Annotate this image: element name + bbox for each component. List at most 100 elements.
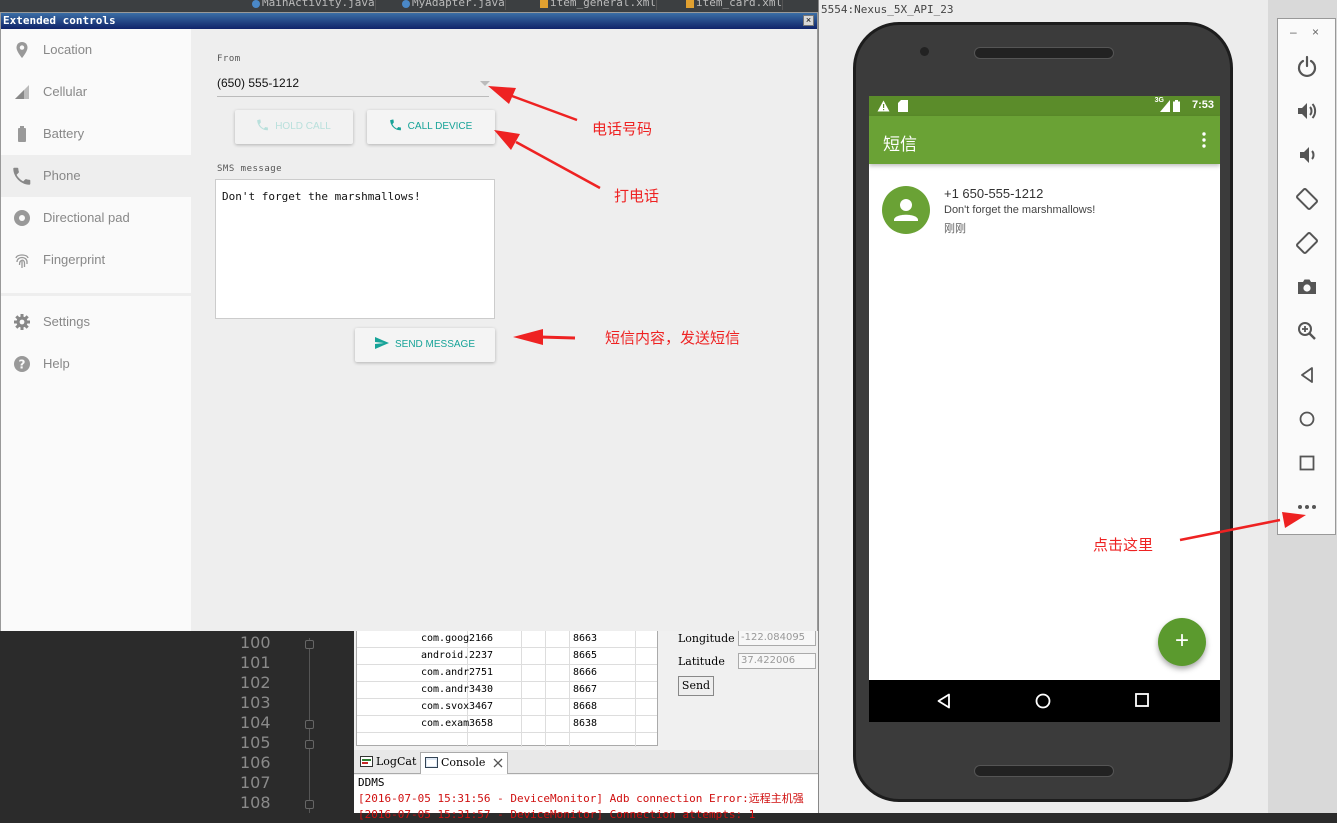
editor-tab-item-general[interactable]: item_general.xml xyxy=(538,0,657,10)
send-icon xyxy=(374,337,389,350)
call-device-button[interactable]: CALL DEVICE xyxy=(367,110,495,144)
fold-toggle[interactable] xyxy=(305,720,314,729)
line-number: 102 xyxy=(240,673,271,692)
line-number: 100 xyxy=(240,633,271,652)
avatar xyxy=(882,186,930,234)
sms-message-label: SMS message xyxy=(217,164,283,174)
toolbar-close-button[interactable]: × xyxy=(1312,25,1319,39)
latitude-field[interactable]: 37.422006 xyxy=(738,653,816,669)
camera-icon[interactable] xyxy=(1295,275,1319,299)
message-sender: +1 650-555-1212 xyxy=(944,186,1044,201)
recents-icon[interactable] xyxy=(1135,693,1149,707)
fold-toggle[interactable] xyxy=(305,740,314,749)
console-tab-bar: LogCat Console xyxy=(354,750,820,774)
emulator-side-toolbar: – × xyxy=(1277,18,1336,535)
line-number: 107 xyxy=(240,773,271,792)
zoom-icon[interactable] xyxy=(1295,319,1319,343)
phone-hold-icon xyxy=(257,119,269,131)
table-row[interactable]: android. 2237 8665 xyxy=(357,648,657,665)
fold-toggle[interactable] xyxy=(305,800,314,809)
editor-tab-bar: MainActivity.java MyAdapter.java item_ge… xyxy=(0,0,820,12)
signal-icon xyxy=(15,85,29,99)
sms-message-textarea[interactable]: Don't forget the marshmallows! xyxy=(215,179,495,319)
annotation-click-here: 点击这里 xyxy=(1093,536,1154,554)
window-titlebar[interactable]: Extended controls × xyxy=(1,13,817,29)
table-row[interactable]: com.goog 2166 8663 xyxy=(357,631,657,648)
message-preview: Don't forget the marshmallows! xyxy=(944,204,1096,216)
console-line: [2016-07-05 15:31:57 - DeviceMonitor] Co… xyxy=(358,808,756,821)
send-message-button[interactable]: SEND MESSAGE xyxy=(355,328,495,362)
android-navigation-bar xyxy=(869,680,1220,722)
signal-icon xyxy=(1160,100,1170,112)
longitude-field[interactable]: -122.084095 xyxy=(738,630,816,646)
logcat-icon xyxy=(360,756,373,767)
hold-call-button[interactable]: HOLD CALL xyxy=(235,110,353,144)
from-phone-number-input[interactable]: (650) 555-1212 xyxy=(217,71,489,97)
line-number: 106 xyxy=(240,753,271,772)
power-icon[interactable] xyxy=(1295,55,1319,79)
sidebar-item-phone[interactable]: Phone xyxy=(1,155,191,197)
toolbar-minimize-button[interactable]: – xyxy=(1290,25,1297,39)
message-list-item[interactable]: +1 650-555-1212 Don't forget the marshma… xyxy=(869,174,1220,246)
sidebar-item-cellular[interactable]: Cellular xyxy=(1,71,191,113)
latitude-label: Latitude xyxy=(678,655,725,668)
longitude-label: Longitude xyxy=(678,632,735,645)
battery-icon xyxy=(18,126,26,142)
editor-tab-item-card[interactable]: item_card.xml xyxy=(684,0,784,10)
table-row[interactable]: com.andr 3430 8667 xyxy=(357,682,657,699)
message-time: 刚刚 xyxy=(944,223,966,235)
volume-up-icon[interactable] xyxy=(1295,99,1319,123)
fold-toggle[interactable] xyxy=(305,640,314,649)
console-line: [2016-07-05 15:31:56 - DeviceMonitor] Ad… xyxy=(358,792,804,805)
tab-console[interactable]: Console xyxy=(420,752,509,774)
table-row[interactable]: com.svox 3467 8668 xyxy=(357,699,657,716)
volume-down-icon[interactable] xyxy=(1295,143,1319,167)
annotation-phone-number: 电话号码 xyxy=(592,120,653,138)
code-editor[interactable]: 100 101 102 103 104 105 106 107 108 xyxy=(0,630,354,813)
back-icon[interactable] xyxy=(936,693,952,709)
sidebar-item-location[interactable]: Location xyxy=(1,29,191,71)
location-controls: Longitude -122.084095 Latitude 37.422006… xyxy=(664,630,820,746)
window-title: Extended controls xyxy=(3,14,116,27)
phone-speaker-top xyxy=(974,47,1114,59)
editor-tab-myadapter[interactable]: MyAdapter.java xyxy=(400,0,506,10)
android-status-bar: 3G 7:53 xyxy=(869,96,1220,116)
close-tab-icon[interactable] xyxy=(493,758,503,768)
window-close-button[interactable]: × xyxy=(803,15,814,26)
sidebar-item-directional-pad[interactable]: Directional pad xyxy=(1,197,191,239)
back-icon[interactable] xyxy=(1295,363,1319,387)
extended-controls-window: Extended controls × Location Cellular Ba… xyxy=(0,12,818,631)
app-toolbar: 短信 xyxy=(869,116,1220,164)
tab-logcat[interactable]: LogCat xyxy=(356,752,416,774)
rotate-right-icon[interactable] xyxy=(1295,231,1319,255)
line-number: 101 xyxy=(240,653,271,672)
location-send-button[interactable]: Send xyxy=(678,676,714,696)
console-output: DDMS [2016-07-05 15:31:56 - DeviceMonito… xyxy=(354,775,820,821)
phone-icon xyxy=(389,119,401,131)
fingerprint-icon xyxy=(15,254,29,268)
emulator-window: 5554:Nexus_5X_API_23 3G 7:53 短信 +1 650-5… xyxy=(818,0,1268,813)
sidebar-item-fingerprint[interactable]: Fingerprint xyxy=(1,239,191,281)
home-icon[interactable] xyxy=(1035,693,1051,709)
more-icon[interactable] xyxy=(1295,495,1319,519)
table-row[interactable]: com.andr 2751 8666 xyxy=(357,665,657,682)
table-row[interactable]: com.exam 3658 8638 xyxy=(357,716,657,733)
phone-speaker-bottom xyxy=(974,765,1114,777)
chevron-down-icon[interactable] xyxy=(480,81,490,86)
emulator-title: 5554:Nexus_5X_API_23 xyxy=(821,3,954,16)
editor-tab-mainactivity[interactable]: MainActivity.java xyxy=(250,0,376,10)
ddms-panel: com.goog 2166 8663 android. 2237 8665 com.an… xyxy=(354,630,820,821)
sidebar-item-settings[interactable]: Settings xyxy=(1,301,191,343)
overview-icon[interactable] xyxy=(1295,451,1319,475)
from-label: From xyxy=(217,54,241,64)
sidebar-divider xyxy=(1,293,191,296)
sidebar-item-battery[interactable]: Battery xyxy=(1,113,191,155)
home-icon[interactable] xyxy=(1295,407,1319,431)
battery-icon xyxy=(1173,100,1180,112)
overflow-menu-icon[interactable] xyxy=(1202,132,1206,148)
compose-fab-button[interactable]: + xyxy=(1158,618,1206,666)
location-pin-icon xyxy=(16,42,28,58)
rotate-left-icon[interactable] xyxy=(1295,187,1319,211)
sidebar-item-help[interactable]: ? Help xyxy=(1,343,191,385)
device-screen[interactable]: 3G 7:53 短信 +1 650-555-1212 Don't forget … xyxy=(869,96,1220,722)
